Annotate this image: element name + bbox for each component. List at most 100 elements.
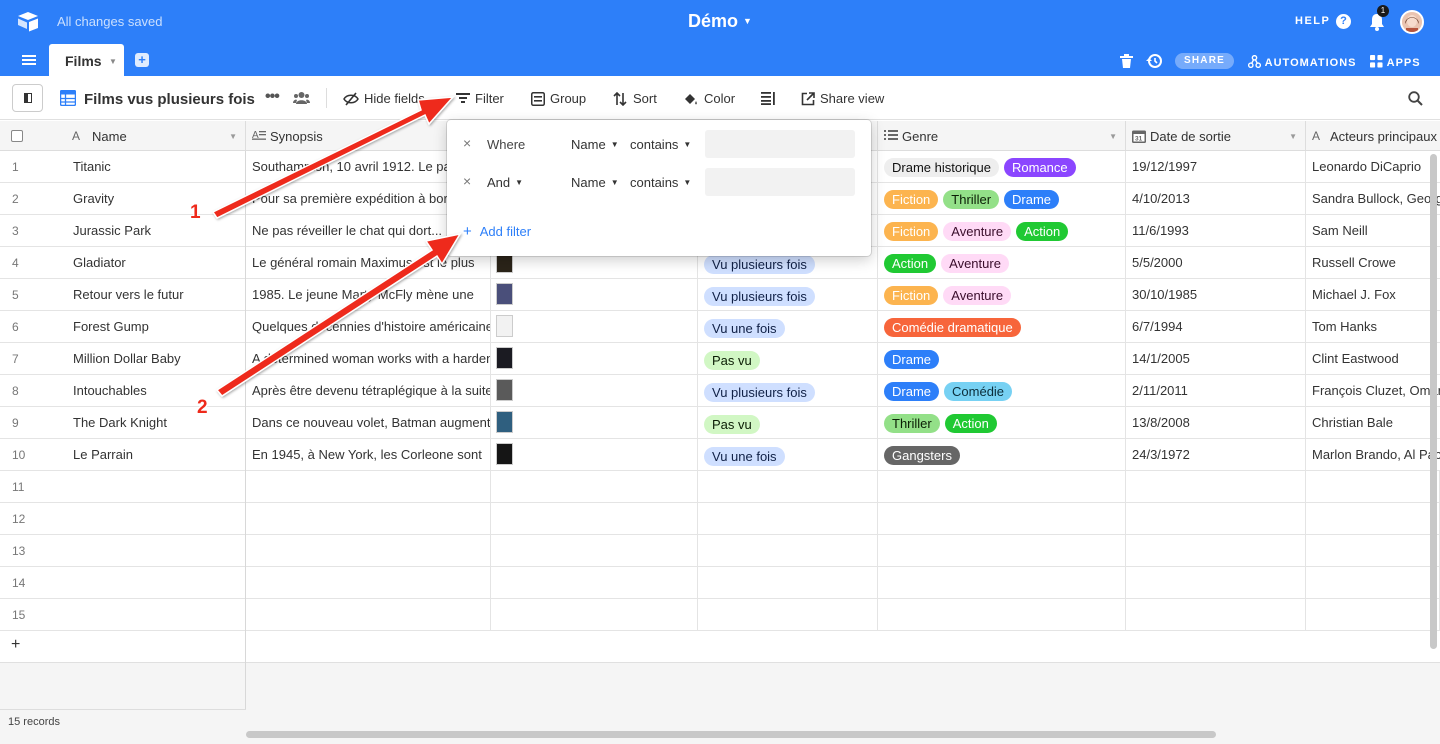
sort-button[interactable]: Sort (613, 91, 663, 109)
empty-cell[interactable] (1306, 535, 1440, 567)
add-record-plus-icon[interactable]: + (11, 636, 20, 654)
poster-thumbnail[interactable] (496, 347, 513, 369)
status-cell[interactable]: Vu plusieurs fois (698, 375, 878, 407)
column-header-name[interactable]: A Name ▼ (64, 121, 246, 151)
empty-cell[interactable] (246, 471, 491, 503)
empty-cell[interactable] (1306, 503, 1440, 535)
date-cell[interactable]: 11/6/1993 (1126, 215, 1306, 247)
select-all-checkbox[interactable] (11, 130, 23, 142)
vertical-scrollbar[interactable] (1430, 154, 1437, 649)
base-name-button[interactable]: Démo ▼ (688, 11, 752, 31)
user-avatar[interactable] (1400, 10, 1424, 34)
empty-cell[interactable] (1306, 599, 1440, 631)
empty-cell[interactable] (491, 567, 698, 599)
add-record-row[interactable]: + (0, 631, 1440, 663)
actors-cell[interactable]: Sam Neill (1306, 215, 1440, 247)
filter-field-select[interactable]: Name ▼ (571, 137, 619, 152)
table-row[interactable]: 5 Retour vers le futur 1985. Le jeune Mart… (0, 279, 1440, 311)
empty-cell[interactable] (878, 503, 1126, 535)
collaborators-icon[interactable] (293, 91, 310, 105)
empty-cell[interactable] (698, 535, 878, 567)
status-cell[interactable]: Vu une fois (698, 439, 878, 471)
synopsis-cell[interactable]: Après être devenu tétraplégique à la sui… (246, 375, 491, 407)
empty-cell[interactable] (698, 471, 878, 503)
genre-cell[interactable]: Comédie dramatique (878, 311, 1126, 343)
table-row[interactable]: 9 The Dark Knight Dans ce nouveau volet, B… (0, 407, 1440, 439)
poster-thumbnail[interactable] (496, 283, 513, 305)
row-height-button[interactable] (761, 91, 777, 109)
poster-thumbnail[interactable] (496, 379, 513, 401)
chevron-down-icon[interactable]: ▼ (1289, 132, 1297, 141)
poster-attachment-cell[interactable] (491, 343, 698, 375)
status-cell[interactable]: Vu une fois (698, 311, 878, 343)
actors-cell[interactable]: Clint Eastwood (1306, 343, 1440, 375)
help-button[interactable]: HELP (1295, 15, 1330, 27)
status-cell[interactable]: Pas vu (698, 343, 878, 375)
empty-table-row[interactable]: 12 (0, 503, 1440, 535)
name-cell[interactable]: Retour vers le futur (64, 279, 246, 311)
share-view-button[interactable]: Share view (801, 91, 891, 109)
empty-cell[interactable] (491, 599, 698, 631)
empty-cell[interactable] (698, 503, 878, 535)
apps-button[interactable]: APPS (1370, 55, 1421, 69)
view-name[interactable]: Films vus plusieurs fois (84, 91, 255, 108)
poster-attachment-cell[interactable] (491, 407, 698, 439)
table-row[interactable]: 8 Intouchables Après être devenu tétraplég… (0, 375, 1440, 407)
genre-cell[interactable]: Drame (878, 343, 1126, 375)
airtable-logo-icon[interactable] (16, 10, 40, 34)
date-cell[interactable]: 19/12/1997 (1126, 151, 1306, 183)
empty-cell[interactable] (246, 503, 491, 535)
automations-button[interactable]: AUTOMATIONS (1247, 54, 1357, 69)
chevron-down-icon[interactable]: ▼ (109, 57, 117, 66)
empty-cell[interactable] (491, 471, 698, 503)
empty-cell[interactable] (1126, 471, 1306, 503)
status-cell[interactable]: Pas vu (698, 407, 878, 439)
actors-cell[interactable]: Marlon Brando, Al Pacino (1306, 439, 1440, 471)
filter-conjunction-select[interactable]: And ▼ (487, 175, 523, 190)
name-cell[interactable]: Gladiator (64, 247, 246, 279)
status-cell[interactable]: Vu plusieurs fois (698, 279, 878, 311)
filter-button[interactable]: Filter (456, 91, 511, 109)
poster-thumbnail[interactable] (496, 315, 513, 337)
empty-cell[interactable] (878, 535, 1126, 567)
date-cell[interactable]: 2/11/2011 (1126, 375, 1306, 407)
empty-cell[interactable] (698, 567, 878, 599)
name-cell[interactable]: Intouchables (64, 375, 246, 407)
remove-filter-close-icon[interactable]: × (463, 173, 471, 189)
actors-cell[interactable]: Tom Hanks (1306, 311, 1440, 343)
empty-cell[interactable] (1126, 599, 1306, 631)
genre-cell[interactable]: Fiction Aventure Action (878, 215, 1126, 247)
filter-operator-select[interactable]: contains ▼ (630, 175, 691, 190)
add-filter-button[interactable]: + Add filter (463, 223, 531, 240)
name-cell[interactable]: Titanic (64, 151, 246, 183)
trash-icon[interactable] (1120, 54, 1133, 68)
actors-cell[interactable]: François Cluzet, Omar Sy (1306, 375, 1440, 407)
date-cell[interactable]: 4/10/2013 (1126, 183, 1306, 215)
date-cell[interactable]: 6/7/1994 (1126, 311, 1306, 343)
empty-cell[interactable] (1126, 503, 1306, 535)
column-header-date[interactable]: 31 Date de sortie ▼ (1126, 121, 1306, 151)
name-cell[interactable]: The Dark Knight (64, 407, 246, 439)
table-row[interactable]: 10 Le Parrain En 1945, à New York, les Cor… (0, 439, 1440, 471)
poster-attachment-cell[interactable] (491, 439, 698, 471)
history-icon[interactable] (1146, 53, 1162, 69)
column-header-actors[interactable]: A Acteurs principaux (1306, 121, 1440, 151)
table-row[interactable]: 6 Forest Gump Quelques décennies d'histoir… (0, 311, 1440, 343)
empty-cell[interactable] (1306, 567, 1440, 599)
sidebar-toggle-button[interactable] (12, 84, 43, 112)
actors-cell[interactable]: Christian Bale (1306, 407, 1440, 439)
filter-operator-select[interactable]: contains ▼ (630, 137, 691, 152)
actors-cell[interactable]: Russell Crowe (1306, 247, 1440, 279)
genre-cell[interactable]: Fiction Aventure (878, 279, 1126, 311)
genre-cell[interactable]: Fiction Thriller Drame (878, 183, 1126, 215)
empty-cell[interactable] (246, 599, 491, 631)
empty-cell[interactable] (246, 535, 491, 567)
view-more-options-icon[interactable]: ••• (265, 88, 280, 106)
poster-attachment-cell[interactable] (491, 311, 698, 343)
group-button[interactable]: Group (531, 91, 591, 109)
name-cell[interactable]: Le Parrain (64, 439, 246, 471)
help-icon[interactable]: ? (1336, 14, 1351, 29)
empty-cell[interactable] (1306, 471, 1440, 503)
synopsis-cell[interactable]: En 1945, à New York, les Corleone sont (246, 439, 491, 471)
table-row[interactable]: 7 Million Dollar Baby A determined woman w… (0, 343, 1440, 375)
